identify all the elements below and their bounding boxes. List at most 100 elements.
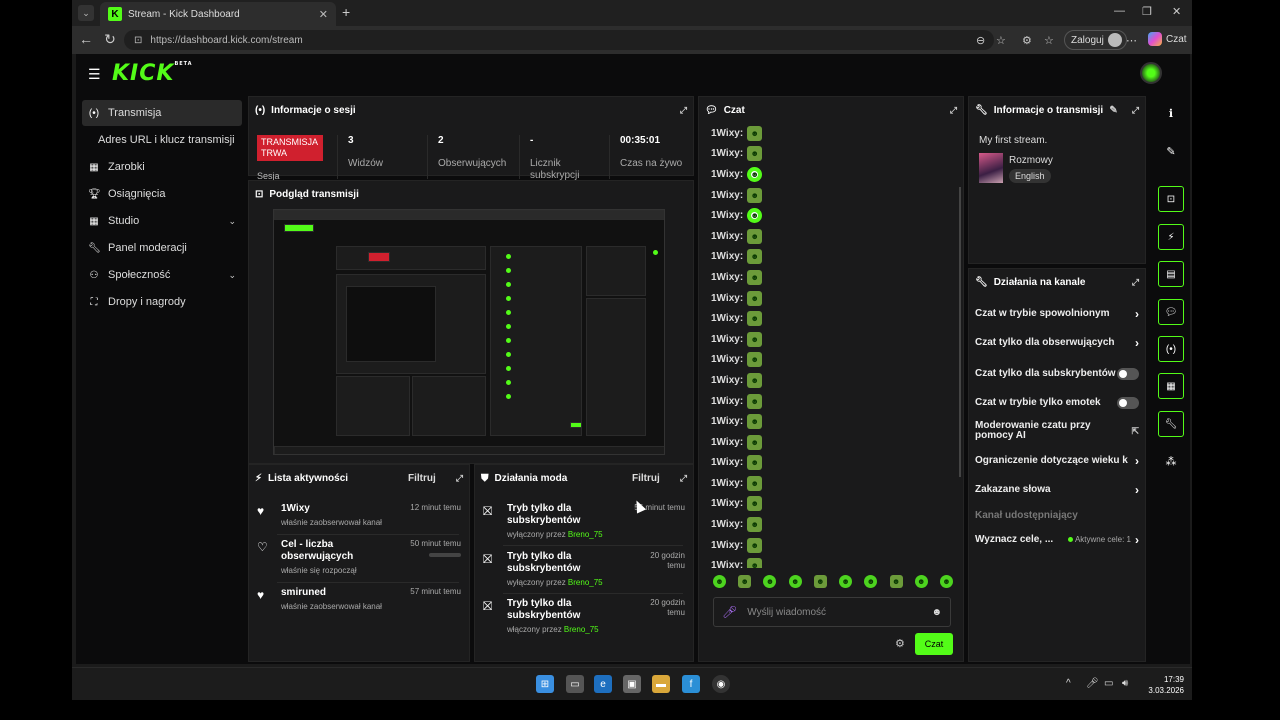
- notes-toggle-icon[interactable]: ▤: [1158, 261, 1184, 287]
- extensions-icon[interactable]: ⚙: [1022, 34, 1032, 47]
- chat-username[interactable]: 1Wixy:: [711, 334, 743, 345]
- chat-input[interactable]: 🎤︎ Wyślij wiadomość ☻: [713, 597, 951, 627]
- chat-scrollbar[interactable]: [959, 187, 961, 477]
- chat-username[interactable]: 1Wixy:: [711, 375, 743, 386]
- chat-username[interactable]: 1Wixy:: [711, 148, 743, 159]
- emote-picker-icon[interactable]: ☻: [914, 575, 928, 588]
- sidebar-item-stream-key[interactable]: Adres URL i klucz transmisji: [82, 127, 242, 153]
- subs-only-toggle[interactable]: [1117, 368, 1139, 380]
- chat-username[interactable]: 1Wixy:: [711, 396, 743, 407]
- minimize-icon[interactable]: —: [1114, 5, 1125, 17]
- chat-username[interactable]: 1Wixy:: [711, 169, 743, 180]
- sidebar-item-osiagniecia[interactable]: 🏆︎ Osiągnięcia: [82, 181, 242, 207]
- followers-only-item[interactable]: Czat tylko dla obserwujących ›: [975, 337, 1139, 349]
- age-restriction-item[interactable]: Ograniczenie dotyczące wieku k ›: [975, 455, 1139, 467]
- favorite-icon[interactable]: ☆: [996, 34, 1006, 47]
- login-button[interactable]: Zaloguj: [1064, 30, 1127, 50]
- activity-toggle-icon[interactable]: ⚡︎: [1158, 224, 1184, 250]
- chat-username[interactable]: 1Wixy:: [711, 293, 743, 304]
- close-tab-icon[interactable]: ✕: [319, 8, 328, 21]
- chat-username[interactable]: 1Wixy:: [711, 478, 743, 489]
- expand-icon[interactable]: ⤢: [1132, 277, 1139, 288]
- edit-icon[interactable]: ✎: [1109, 105, 1117, 116]
- chat-username[interactable]: 1Wixy:: [711, 272, 743, 283]
- copilot-button[interactable]: Czat: [1148, 32, 1187, 46]
- chat-username[interactable]: 1Wixy:: [711, 210, 743, 221]
- send-chat-button[interactable]: Czat: [915, 633, 953, 655]
- set-goals-item[interactable]: Wyznacz cele, ... Aktywne cele: 1 ›: [975, 534, 1139, 546]
- sidebar-item-spolecznosc[interactable]: ⚇ Społeczność ⌄: [82, 262, 242, 288]
- expand-icon[interactable]: ⤢: [1132, 105, 1139, 116]
- preview-toggle-icon[interactable]: ⊡: [1158, 186, 1184, 212]
- close-window-icon[interactable]: ✕: [1172, 5, 1181, 18]
- chat-username[interactable]: 1Wixy:: [711, 437, 743, 448]
- chat-username[interactable]: 1Wixy:: [711, 128, 743, 139]
- mic-icon[interactable]: 🎤︎: [722, 605, 737, 619]
- filter-button[interactable]: Filtruj: [408, 473, 436, 484]
- sidebar-item-studio[interactable]: ▦ Studio ⌄: [82, 208, 242, 234]
- wrench-toggle-icon[interactable]: 🔧︎: [1158, 411, 1184, 437]
- folder-icon[interactable]: ▬: [652, 675, 670, 693]
- app-icon[interactable]: f: [682, 675, 700, 693]
- info-icon[interactable]: ℹ: [1158, 100, 1184, 126]
- slow-mode-item[interactable]: Czat w trybie spowolnionym ›: [975, 308, 1139, 320]
- emote-picker-icon[interactable]: ☻: [813, 575, 827, 588]
- network-icon[interactable]: ▭: [1104, 678, 1113, 689]
- browser-tab[interactable]: K Stream - Kick Dashboard ✕: [100, 2, 336, 26]
- clock[interactable]: 17:39 3.03.2026: [1132, 674, 1184, 696]
- sidebar-item-zarobki[interactable]: ▦ Zarobki: [82, 154, 242, 180]
- back-icon[interactable]: ←: [74, 31, 98, 47]
- emote-only-toggle[interactable]: [1117, 397, 1139, 409]
- chat-toggle-icon[interactable]: 💬︎: [1158, 299, 1184, 325]
- ai-moderation-item[interactable]: Moderowanie czatu przy pomocy AI ⇱: [975, 421, 1139, 441]
- filter-button[interactable]: Filtruj: [632, 473, 660, 484]
- emote-picker-icon[interactable]: ☻: [713, 575, 726, 588]
- chat-username[interactable]: 1Wixy:: [711, 231, 743, 242]
- kick-logo[interactable]: KICKBETA: [112, 61, 193, 86]
- task-view-icon[interactable]: ▭: [566, 675, 584, 693]
- emote-picker-icon[interactable]: ☻: [763, 575, 777, 588]
- chat-username[interactable]: 1Wixy:: [711, 354, 743, 365]
- emote-picker-icon[interactable]: ☻: [939, 575, 953, 588]
- chevron-up-icon[interactable]: ^: [1066, 678, 1071, 689]
- chat-username[interactable]: 1Wixy:: [711, 540, 743, 551]
- chat-username[interactable]: 1Wixy:: [711, 251, 743, 262]
- stream-preview-video[interactable]: [273, 209, 665, 455]
- emote-picker-icon[interactable]: ☻: [889, 575, 903, 588]
- emoji-icon[interactable]: ☻: [931, 607, 942, 618]
- maximize-icon[interactable]: ❐: [1142, 5, 1152, 18]
- sidebar-item-transmisja[interactable]: (•) Transmisja: [82, 100, 242, 126]
- sidebar-item-panel-moderacji[interactable]: 🔧︎ Panel moderacji: [82, 235, 242, 261]
- chat-username[interactable]: 1Wixy:: [711, 313, 743, 324]
- edge-icon[interactable]: e: [594, 675, 612, 693]
- expand-icon[interactable]: ⤢: [680, 473, 687, 484]
- menu-icon[interactable]: ☰: [88, 66, 101, 83]
- store-icon[interactable]: ▣: [623, 675, 641, 693]
- start-icon[interactable]: ⊞: [536, 675, 554, 693]
- banned-words-item[interactable]: Zakazane słowa ›: [975, 484, 1139, 496]
- session-toggle-icon[interactable]: ▦: [1158, 373, 1184, 399]
- apps-icon[interactable]: ⁂: [1158, 448, 1184, 474]
- user-avatar[interactable]: [1140, 62, 1162, 84]
- url-field[interactable]: ⊡ https://dashboard.kick.com/stream: [124, 30, 994, 50]
- broadcast-toggle-icon[interactable]: (•): [1158, 336, 1184, 362]
- read-icon[interactable]: ⊖: [976, 34, 985, 47]
- mic-tray-icon[interactable]: 🎤︎: [1086, 678, 1099, 689]
- expand-icon[interactable]: ⤢: [680, 105, 687, 116]
- tab-menu-icon[interactable]: ⌄: [78, 5, 94, 21]
- emote-picker-icon[interactable]: ☻: [788, 575, 802, 588]
- chat-settings-icon[interactable]: ⚙: [895, 637, 905, 650]
- emote-picker-icon[interactable]: ☻: [738, 575, 752, 588]
- expand-icon[interactable]: ⤢: [950, 105, 957, 116]
- edit-icon[interactable]: ✎: [1158, 138, 1184, 164]
- chat-username[interactable]: 1Wixy:: [711, 190, 743, 201]
- expand-icon[interactable]: ⤢: [456, 473, 463, 484]
- volume-icon[interactable]: 🔊︎: [1122, 678, 1128, 689]
- new-tab-icon[interactable]: +: [342, 4, 350, 20]
- chat-username[interactable]: 1Wixy:: [711, 416, 743, 427]
- refresh-icon[interactable]: ↻: [98, 31, 122, 48]
- emote-picker-icon[interactable]: ☻: [839, 575, 853, 588]
- emote-picker-icon[interactable]: ☻: [864, 575, 878, 588]
- chat-username[interactable]: 1Wixy:: [711, 498, 743, 509]
- chat-username[interactable]: 1Wixy:: [711, 560, 743, 568]
